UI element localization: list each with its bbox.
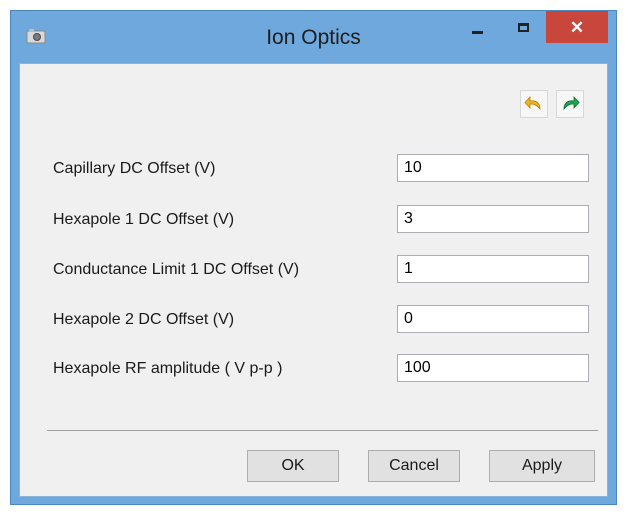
conductance-limit-1-dc-offset-label: Conductance Limit 1 DC Offset (V) <box>53 261 300 278</box>
apply-button[interactable]: Apply <box>489 450 595 482</box>
close-button[interactable]: ✕ <box>546 11 608 43</box>
dialog-window: Ion Optics ✕ Capillary DC Offset (V) Hex… <box>10 10 617 505</box>
redo-button[interactable] <box>556 90 584 118</box>
capillary-dc-offset-label: Capillary DC Offset (V) <box>53 160 216 177</box>
hexapole-1-dc-offset-label: Hexapole 1 DC Offset (V) <box>53 211 235 228</box>
undo-arrow-icon <box>524 95 541 111</box>
hexapole-2-dc-offset-input[interactable] <box>397 305 589 333</box>
capillary-dc-offset-input[interactable] <box>397 154 589 182</box>
maximize-icon <box>517 22 529 32</box>
hexapole-rf-amplitude-label: Hexapole RF amplitude ( V p-p ) <box>53 360 283 377</box>
hexapole-1-dc-offset-input[interactable] <box>397 205 589 233</box>
minimize-button[interactable] <box>454 11 500 43</box>
dialog-content: Capillary DC Offset (V) Hexapole 1 DC Of… <box>19 63 608 497</box>
maximize-button[interactable] <box>500 11 546 43</box>
hexapole-2-dc-offset-label: Hexapole 2 DC Offset (V) <box>53 311 235 328</box>
close-icon: ✕ <box>569 17 585 37</box>
ok-button[interactable]: OK <box>247 450 339 482</box>
minimize-icon <box>471 30 483 34</box>
divider <box>47 430 598 431</box>
cancel-button[interactable]: Cancel <box>368 450 460 482</box>
conductance-limit-1-dc-offset-input[interactable] <box>397 255 589 283</box>
undo-button[interactable] <box>520 90 548 118</box>
title-bar[interactable]: Ion Optics ✕ <box>11 11 616 63</box>
hexapole-rf-amplitude-input[interactable] <box>397 354 589 382</box>
redo-arrow-icon <box>563 95 580 111</box>
